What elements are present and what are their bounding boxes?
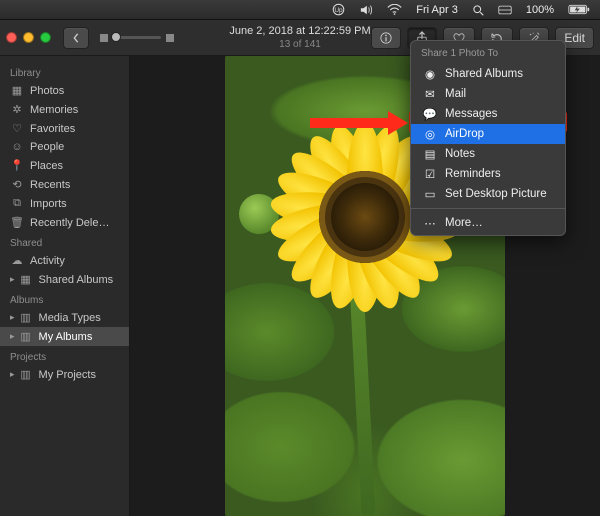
menu-bar: Up Fri Apr 3 100% [0, 0, 600, 20]
photos-icon: ▦ [10, 84, 24, 97]
notes-icon: ▤ [423, 147, 437, 161]
folder-icon: ▥ [19, 311, 33, 324]
menu-separator [411, 208, 565, 209]
battery-icon [568, 4, 590, 15]
desktop-picture-icon: ▭ [423, 187, 437, 201]
heart-icon: ♡ [10, 122, 24, 135]
sidebar-item-people[interactable]: ☺People [0, 138, 129, 156]
battery-percent: 100% [526, 4, 554, 16]
share-menu-item-shared-albums[interactable]: ◉Shared Albums [411, 64, 565, 84]
recents-icon: ⟲ [10, 178, 24, 191]
wifi-icon[interactable] [387, 4, 402, 15]
imports-icon: ⧉ [10, 197, 24, 210]
title-area: June 2, 2018 at 12:22:59 PM 13 of 141 [229, 25, 370, 51]
airdrop-icon: ◎ [423, 127, 437, 141]
share-menu-item-set-desktop-picture[interactable]: ▭Set Desktop Picture [411, 184, 565, 204]
share-menu-item-notes[interactable]: ▤Notes [411, 144, 565, 164]
trash-icon: 🗑 [10, 216, 24, 229]
sidebar-section-header: Library [0, 62, 129, 81]
sidebar-item-recents[interactable]: ⟲Recents [0, 175, 129, 194]
sidebar-item-media-types[interactable]: ▸▥Media Types [0, 308, 129, 327]
back-button[interactable] [63, 27, 89, 49]
cloud-icon: ☁ [10, 254, 24, 267]
zoom-out-icon [99, 33, 109, 43]
control-center-icon[interactable] [498, 5, 512, 15]
sidebar-item-places[interactable]: 📍Places [0, 156, 129, 175]
shared-albums-menu-icon: ◉ [423, 67, 437, 81]
sidebar-item-my-albums[interactable]: ▸▥My Albums [0, 327, 129, 346]
sidebar-item-shared-albums[interactable]: ▸▦Shared Albums [0, 270, 129, 289]
sidebar-item-memories[interactable]: ✲Memories [0, 100, 129, 119]
more-icon: ⋯ [423, 216, 437, 230]
share-menu-item-airdrop[interactable]: ◎AirDrop [411, 124, 565, 144]
close-window-button[interactable] [6, 32, 17, 43]
share-menu-item-reminders[interactable]: ☑Reminders [411, 164, 565, 184]
minimize-window-button[interactable] [23, 32, 34, 43]
people-icon: ☺ [10, 141, 24, 153]
photo-timestamp: June 2, 2018 at 12:22:59 PM [229, 25, 370, 38]
sidebar-section-header: Albums [0, 289, 129, 308]
volume-icon[interactable] [359, 4, 373, 16]
annotation-arrow [310, 111, 408, 135]
info-button[interactable] [371, 27, 401, 49]
sidebar-item-photos[interactable]: ▦Photos [0, 81, 129, 100]
shared-albums-icon: ▦ [19, 273, 33, 286]
share-menu: Share 1 Photo To ◉Shared Albums ✉Mail 💬M… [410, 40, 566, 236]
disclosure-icon[interactable]: ▸ [10, 274, 15, 285]
share-menu-item-mail[interactable]: ✉Mail [411, 84, 565, 104]
menu-clock[interactable]: Fri Apr 3 [416, 4, 458, 16]
mail-icon: ✉ [423, 87, 437, 101]
svg-text:Up: Up [335, 7, 344, 14]
share-menu-item-more[interactable]: ⋯More… [411, 213, 565, 233]
sidebar-item-activity[interactable]: ☁Activity [0, 251, 129, 270]
folder-icon: ▥ [19, 368, 33, 381]
edit-label: Edit [564, 31, 585, 45]
up-arrow-circle-icon[interactable]: Up [332, 3, 345, 16]
share-menu-header: Share 1 Photo To [411, 45, 565, 64]
places-icon: 📍 [10, 159, 24, 172]
sidebar-item-my-projects[interactable]: ▸▥My Projects [0, 365, 129, 384]
sidebar-item-imports[interactable]: ⧉Imports [0, 194, 129, 213]
memories-icon: ✲ [10, 103, 24, 116]
search-icon[interactable] [472, 4, 484, 16]
reminders-icon: ☑ [423, 167, 437, 181]
sidebar-section-header: Projects [0, 346, 129, 365]
disclosure-icon[interactable]: ▸ [10, 369, 15, 380]
folder-icon: ▥ [19, 330, 33, 343]
sidebar-section-header: Shared [0, 232, 129, 251]
sidebar-item-recently-deleted[interactable]: 🗑Recently Dele… [0, 213, 129, 232]
sidebar-item-favorites[interactable]: ♡Favorites [0, 119, 129, 138]
messages-icon: 💬 [423, 107, 437, 121]
disclosure-icon[interactable]: ▸ [10, 331, 15, 342]
disclosure-icon[interactable]: ▸ [10, 312, 15, 323]
sidebar: Library ▦Photos ✲Memories ♡Favorites ☺Pe… [0, 56, 130, 516]
photo-index: 13 of 141 [229, 38, 370, 51]
zoom-in-icon [165, 33, 175, 43]
window-controls [6, 32, 51, 43]
zoom-window-button[interactable] [40, 32, 51, 43]
share-menu-item-messages[interactable]: 💬Messages [411, 104, 565, 124]
zoom-slider[interactable] [99, 33, 175, 43]
